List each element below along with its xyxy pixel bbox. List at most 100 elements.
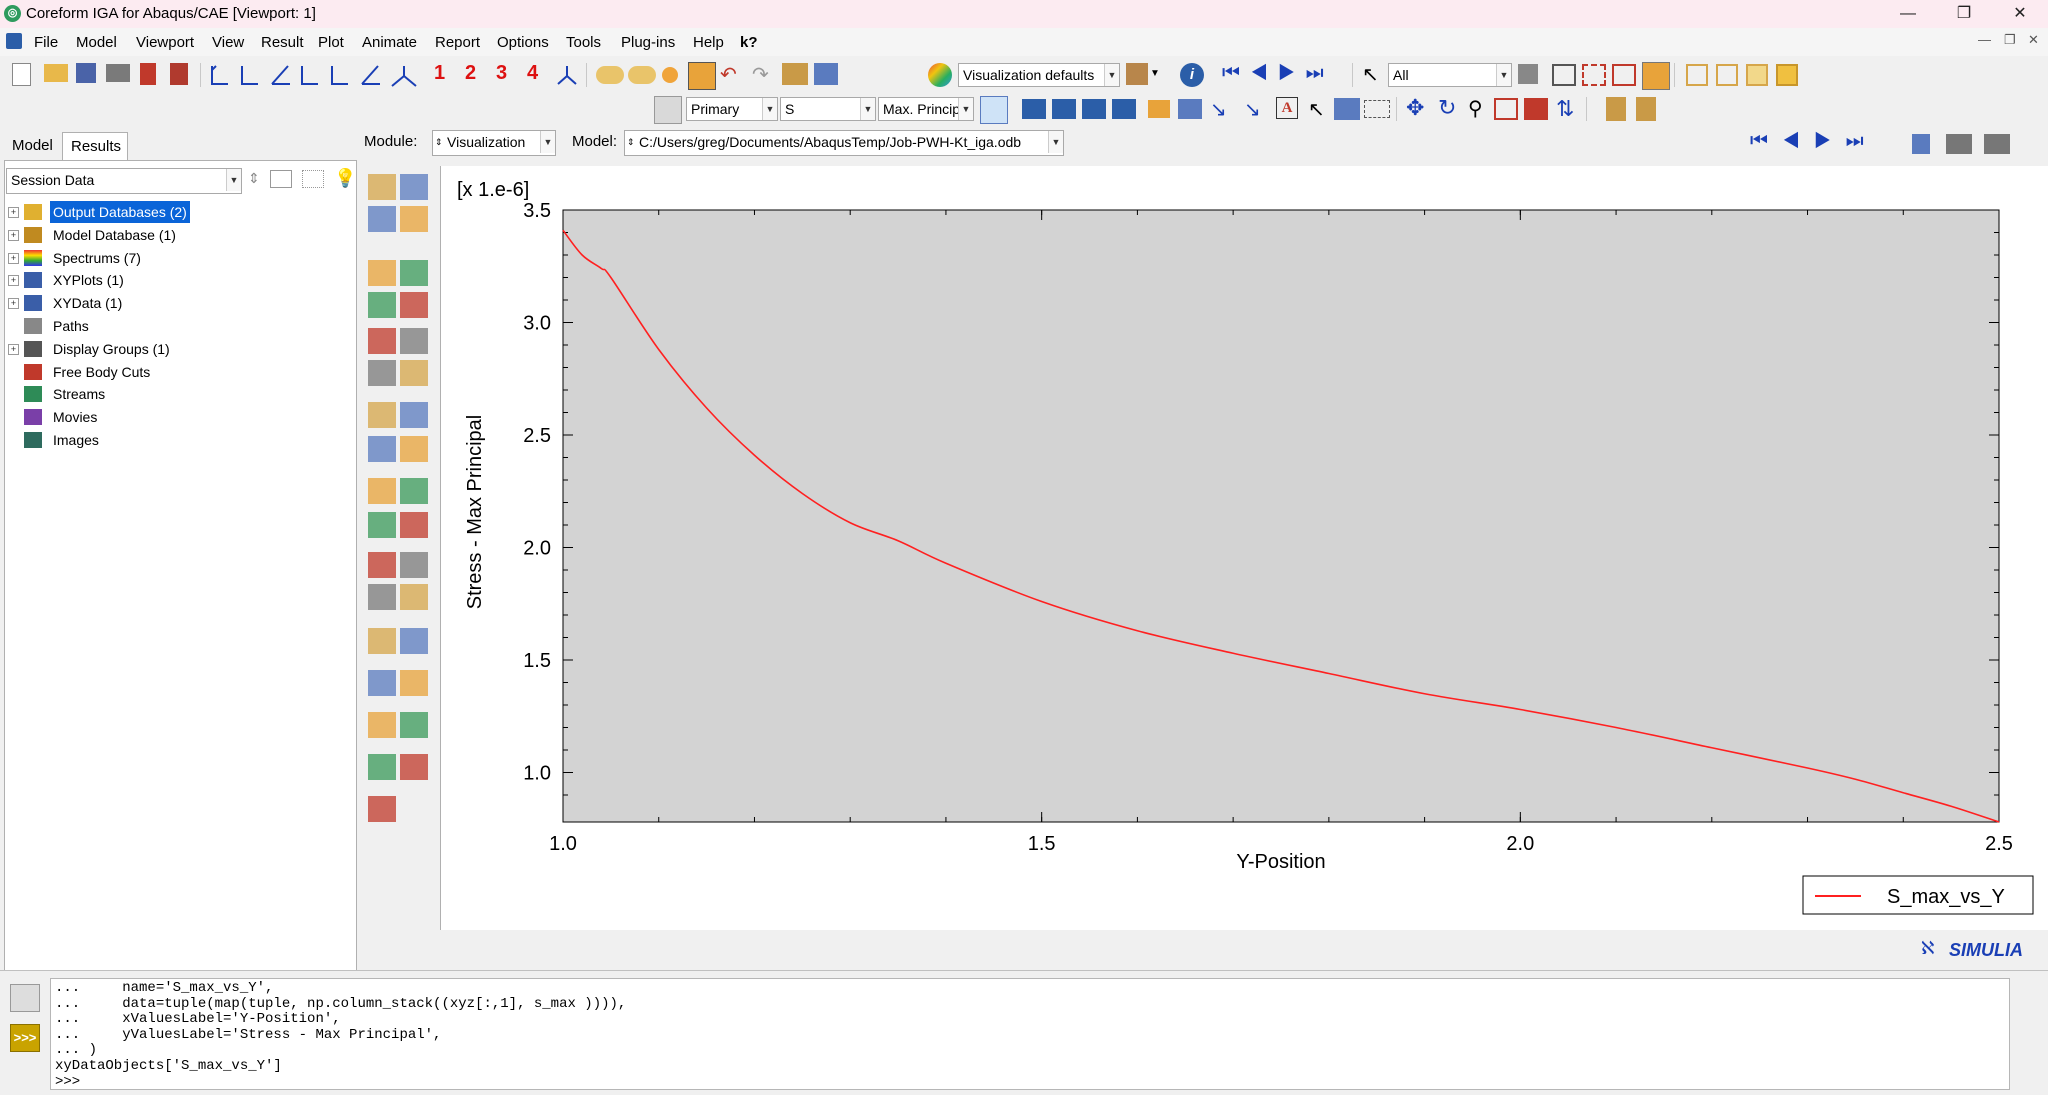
toolbox-tool-icon[interactable] bbox=[368, 584, 396, 610]
new-file-icon[interactable] bbox=[12, 63, 31, 86]
toolbox-tool-icon[interactable] bbox=[400, 754, 428, 780]
plot-options-icon[interactable] bbox=[1178, 99, 1202, 119]
refresh-icon[interactable] bbox=[980, 96, 1008, 124]
toolbox-tool-icon[interactable] bbox=[400, 360, 428, 386]
iso-view-icon[interactable] bbox=[1686, 64, 1708, 86]
redo-icon[interactable]: ↷ bbox=[752, 62, 769, 87]
menu-plot[interactable]: Plot bbox=[318, 34, 344, 51]
visualization-defaults-select[interactable]: Visualization defaults ▼ bbox=[958, 63, 1120, 87]
toolbox-tool-icon[interactable] bbox=[368, 292, 396, 318]
mdi-close-icon[interactable]: ✕ bbox=[2028, 32, 2039, 48]
rotate-icon[interactable]: ↻ bbox=[1438, 95, 1456, 121]
menu-result[interactable]: Result bbox=[261, 34, 304, 51]
toolbox-tool-icon[interactable] bbox=[368, 754, 396, 780]
fit-view-icon[interactable] bbox=[1524, 98, 1548, 120]
undo-icon[interactable]: ↶ bbox=[720, 62, 737, 87]
selection-filter-select[interactable]: All ▼ bbox=[1388, 63, 1512, 87]
menu-plug-ins[interactable]: Plug-ins bbox=[621, 34, 675, 51]
toolbox-tool-icon[interactable] bbox=[368, 478, 396, 504]
tab-results[interactable]: Results bbox=[62, 132, 128, 160]
toolbox-tool-icon[interactable] bbox=[368, 260, 396, 286]
expand-icon[interactable]: + bbox=[8, 298, 19, 310]
palette-icon[interactable] bbox=[928, 63, 952, 87]
toolbox-tool-icon[interactable] bbox=[368, 328, 396, 354]
front-view-icon[interactable] bbox=[1716, 64, 1738, 86]
magnify-icon[interactable]: ⚲ bbox=[1468, 96, 1483, 121]
mdi-minimize-icon[interactable]: — bbox=[1978, 32, 1991, 47]
toolbox-tool-icon[interactable] bbox=[368, 360, 396, 386]
toolbox-tool-icon[interactable] bbox=[368, 552, 396, 578]
select-region-icon[interactable] bbox=[1612, 64, 1636, 86]
render-style-icon[interactable] bbox=[1126, 63, 1148, 85]
toolbox-tool-icon[interactable] bbox=[400, 292, 428, 318]
toolbox-tool-icon[interactable] bbox=[400, 402, 428, 428]
ladder-options-icon[interactable] bbox=[1636, 97, 1656, 121]
menu-model[interactable]: Model bbox=[76, 34, 117, 51]
python-console-button[interactable]: >>> bbox=[10, 1024, 40, 1052]
menu-file[interactable]: File bbox=[34, 34, 58, 51]
box-select-icon[interactable] bbox=[1552, 64, 1576, 86]
arrow-annotation-icon[interactable]: ↘ bbox=[1210, 97, 1227, 122]
toolbox-tool-icon[interactable] bbox=[400, 628, 428, 654]
plot-material-icon[interactable] bbox=[1148, 100, 1170, 118]
minimize-button[interactable]: — bbox=[1880, 0, 1936, 28]
toolbox-tool-icon[interactable] bbox=[368, 436, 396, 462]
sort-icon[interactable]: ⇕ bbox=[248, 170, 260, 187]
table-icon[interactable] bbox=[814, 63, 838, 85]
toolbox-tool-icon[interactable] bbox=[400, 584, 428, 610]
expand-icon[interactable]: + bbox=[8, 207, 19, 218]
toolbox-tool-icon[interactable] bbox=[368, 796, 396, 822]
boolean-intersect-icon[interactable] bbox=[628, 66, 656, 84]
movie-camera-icon[interactable] bbox=[1946, 134, 1972, 154]
open-folder-icon[interactable] bbox=[44, 64, 68, 82]
toolbox-tool-icon[interactable] bbox=[400, 512, 428, 538]
plot-undeformed-icon[interactable] bbox=[1022, 99, 1046, 119]
toolbox-tool-icon[interactable] bbox=[368, 512, 396, 538]
ladder-icon[interactable] bbox=[1606, 97, 1626, 121]
toolbox-tool-icon[interactable] bbox=[368, 670, 396, 696]
python-console[interactable]: ... name='S_max_vs_Y',... data=tuple(map… bbox=[50, 978, 2010, 1090]
save-icon[interactable] bbox=[76, 63, 96, 83]
animation-controls[interactable]: ⏮◀▶⏭ bbox=[1222, 62, 1334, 85]
drag-select-icon[interactable] bbox=[1582, 64, 1606, 86]
text-annotation-icon[interactable]: A bbox=[1276, 97, 1298, 119]
toolbox-tool-icon[interactable] bbox=[400, 436, 428, 462]
selection-options-icon[interactable] bbox=[1518, 64, 1538, 84]
toolbox-tool-icon[interactable] bbox=[368, 206, 396, 232]
sphere-icon[interactable] bbox=[662, 67, 678, 83]
maximize-button[interactable]: ❐ bbox=[1936, 0, 1992, 28]
camera-icon[interactable] bbox=[1984, 134, 2010, 154]
side-view-icon[interactable] bbox=[1746, 64, 1768, 86]
view-axis-icons[interactable] bbox=[208, 62, 428, 88]
top-view-icon[interactable] bbox=[1776, 64, 1798, 86]
menu-options[interactable]: Options bbox=[497, 34, 549, 51]
menu-help[interactable]: Help bbox=[693, 34, 724, 51]
step-1-button[interactable]: 1 bbox=[434, 62, 445, 85]
message-area-icon[interactable] bbox=[10, 984, 40, 1012]
viewport-options-icon[interactable] bbox=[1912, 134, 1930, 154]
line-annotation-icon[interactable]: ↘ bbox=[1244, 97, 1261, 122]
model-select[interactable]: ⇕ C:/Users/greg/Documents/AbaqusTemp/Job… bbox=[624, 130, 1064, 156]
boolean-union-icon[interactable] bbox=[596, 66, 624, 84]
toolbox-tool-icon[interactable] bbox=[400, 670, 428, 696]
expand-icon[interactable]: + bbox=[8, 343, 19, 355]
menu-viewport[interactable]: Viewport bbox=[136, 34, 194, 51]
whats-this-button[interactable]: k? bbox=[740, 34, 758, 51]
triad-icon[interactable] bbox=[556, 64, 578, 86]
pointer-icon[interactable]: ↖ bbox=[1362, 62, 1379, 87]
close-button[interactable]: ✕ bbox=[1992, 0, 2048, 28]
invariant-select[interactable]: Max. Principal ▼ bbox=[878, 97, 974, 121]
expand-icon[interactable]: + bbox=[8, 275, 19, 287]
toolbox-tool-icon[interactable] bbox=[368, 174, 396, 200]
toolbox-tool-icon[interactable] bbox=[400, 328, 428, 354]
select-entity-icon[interactable] bbox=[1642, 62, 1670, 90]
list-icon[interactable] bbox=[1364, 100, 1390, 118]
toolbox-tool-icon[interactable] bbox=[368, 402, 396, 428]
filter-icon[interactable] bbox=[302, 170, 324, 188]
pan-icon[interactable]: ✥ bbox=[1406, 95, 1424, 121]
plot-contours-icon[interactable] bbox=[1082, 99, 1106, 119]
toolbox-tool-icon[interactable] bbox=[400, 712, 428, 738]
info-icon[interactable]: i bbox=[1180, 63, 1204, 87]
annotation-table-icon[interactable] bbox=[1334, 98, 1360, 120]
mdi-restore-icon[interactable]: ❐ bbox=[2004, 32, 2016, 48]
